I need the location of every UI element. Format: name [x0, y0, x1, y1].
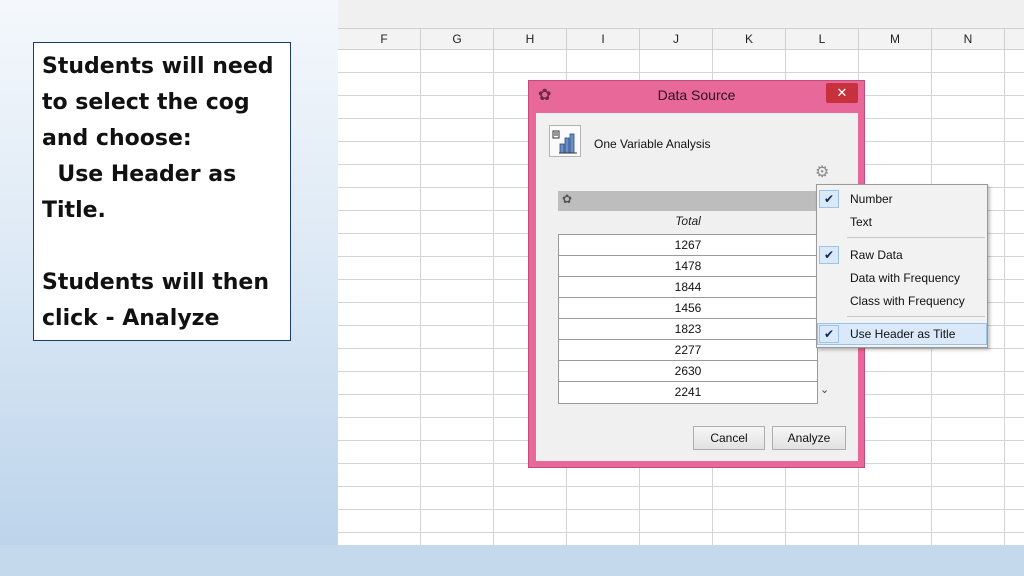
menu-item-raw-data[interactable]: ✔ Raw Data: [817, 244, 987, 266]
table-row[interactable]: 1823: [559, 319, 817, 340]
column-header-f[interactable]: F: [348, 29, 421, 50]
cog-options-menu: ✔ Number Text ✔ Raw Data Data with Frequ…: [816, 184, 988, 348]
table-row[interactable]: 2630: [559, 361, 817, 382]
menu-item-data-with-frequency[interactable]: Data with Frequency: [817, 267, 987, 289]
menu-item-label: Use Header as Title: [850, 327, 956, 341]
menu-item-label: Raw Data: [850, 248, 903, 262]
table-row[interactable]: 1456: [559, 298, 817, 319]
menu-item-use-header-as-title[interactable]: ✔ Use Header as Title: [817, 323, 987, 345]
column-header-l[interactable]: L: [786, 29, 859, 50]
menu-separator: [847, 237, 985, 238]
chevron-down-icon[interactable]: ⌄: [820, 383, 829, 396]
menu-item-label: Data with Frequency: [850, 271, 961, 285]
table-header-total: Total: [558, 211, 818, 232]
dialog-title-bar[interactable]: ✿ Data Source ✕: [529, 81, 864, 112]
analyze-button[interactable]: Analyze: [772, 426, 846, 450]
menu-item-label: Number: [850, 192, 893, 206]
table-row[interactable]: 1844: [559, 277, 817, 298]
column-header-m[interactable]: M: [859, 29, 932, 50]
column-header-g[interactable]: G: [421, 29, 494, 50]
cog-icon[interactable]: ⚙: [815, 164, 833, 182]
checkmark-icon: ✔: [819, 190, 839, 208]
menu-item-label: Class with Frequency: [850, 294, 965, 308]
column-header-k[interactable]: K: [713, 29, 786, 50]
data-source-dialog: ✿ Data Source ✕ One Variable Analysis ⚙ …: [528, 80, 865, 468]
table-body: 1267 1478 1844 1456 1823 2277 2630 2241: [558, 234, 818, 404]
table-row[interactable]: 2277: [559, 340, 817, 361]
table-toolbar: ✿: [558, 191, 818, 211]
bar-chart-icon[interactable]: [549, 125, 581, 157]
menu-item-label: Text: [850, 215, 873, 229]
column-header-i[interactable]: I: [567, 29, 640, 50]
data-table: ✿ Total 1267 1478 1844 1456 1823 2277 26…: [558, 191, 818, 404]
table-row[interactable]: 2241: [559, 382, 817, 403]
dialog-title: Data Source: [657, 87, 736, 103]
instruction-box: Students will need to select the cog and…: [33, 42, 291, 341]
table-row[interactable]: 1267: [559, 235, 817, 256]
analysis-type-label: One Variable Analysis: [594, 137, 711, 151]
column-header-j[interactable]: J: [640, 29, 713, 50]
checkmark-icon: ✔: [819, 246, 839, 264]
menu-item-number[interactable]: ✔ Number: [817, 188, 987, 210]
close-button[interactable]: ✕: [826, 83, 858, 103]
dialog-body: One Variable Analysis ⚙ ✿ Total 1267 147…: [536, 113, 858, 461]
checkmark-icon: ✔: [819, 325, 839, 343]
cancel-button[interactable]: Cancel: [693, 426, 765, 450]
slide-background-band: [0, 545, 1024, 576]
column-header-row: F G H I J K L M N: [338, 28, 1024, 50]
column-header-n[interactable]: N: [932, 29, 1005, 50]
menu-item-class-with-frequency[interactable]: Class with Frequency: [817, 290, 987, 312]
spreadsheet-toolbar-area: [338, 0, 1024, 28]
menu-item-text[interactable]: Text: [817, 211, 987, 233]
column-header-h[interactable]: H: [494, 29, 567, 50]
table-row[interactable]: 1478: [559, 256, 817, 277]
geogebra-icon: ✿: [562, 192, 573, 206]
menu-separator: [847, 316, 985, 317]
